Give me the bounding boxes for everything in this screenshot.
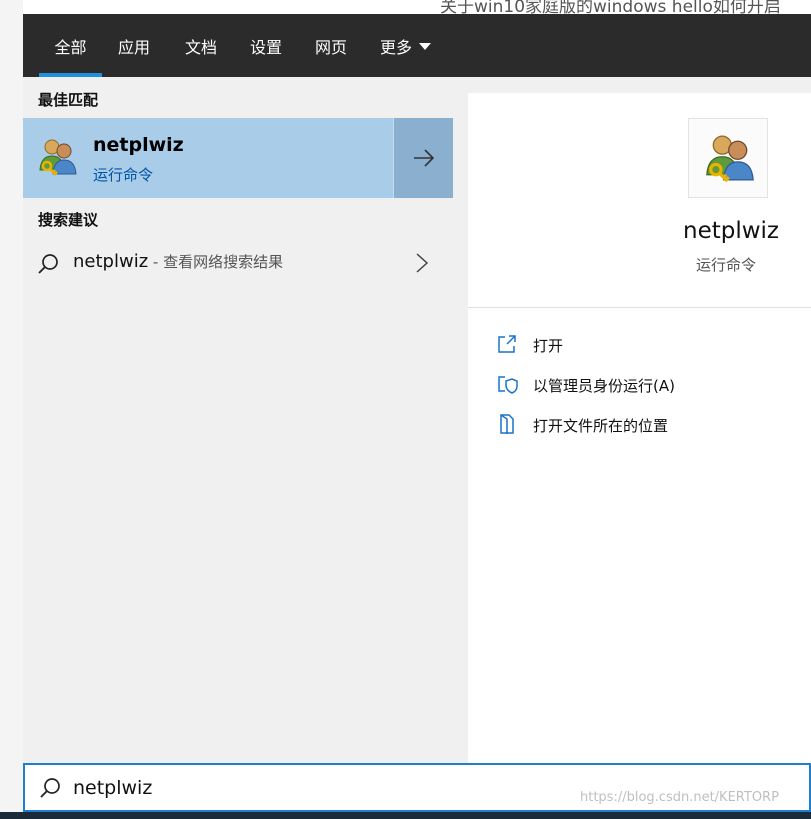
tab-web[interactable]: 网页 xyxy=(315,14,347,77)
run-as-admin-action[interactable]: 以管理员身份运行(A) xyxy=(496,370,806,400)
tab-apps[interactable]: 应用 xyxy=(118,14,150,77)
search-flyout: 全部 应用 文档 设置 网页 更多 最佳匹配 netplwiz 运行命令 搜索建… xyxy=(23,14,811,812)
tab-all[interactable]: 全部 xyxy=(39,14,102,77)
open-icon xyxy=(498,335,516,353)
background-article-title: 关于win10家庭版的windows hello如何开启 xyxy=(440,0,781,14)
best-match-header: 最佳匹配 xyxy=(38,91,99,109)
search-box[interactable]: https://blog.csdn.net/KERTORP xyxy=(23,763,811,812)
suggestion-description: 查看网络搜索结果 xyxy=(163,253,284,271)
tab-more-label: 更多 xyxy=(380,38,413,57)
open-file-location-label: 打开文件所在的位置 xyxy=(533,417,669,435)
results-column: 最佳匹配 netplwiz 运行命令 搜索建议 netplwiz - 查看网络搜… xyxy=(23,77,453,763)
web-suggestion-item[interactable]: netplwiz - 查看网络搜索结果 xyxy=(23,244,453,282)
background-left-strip xyxy=(0,0,23,819)
suggestions-header: 搜索建议 xyxy=(38,211,99,229)
detail-app-type: 运行命令 xyxy=(696,256,757,274)
chevron-right-icon xyxy=(416,253,429,273)
open-file-location-action[interactable]: 打开文件所在的位置 xyxy=(496,410,806,440)
search-input[interactable] xyxy=(73,771,573,805)
best-match-name: netplwiz xyxy=(93,134,184,156)
tab-documents[interactable]: 文档 xyxy=(185,14,217,77)
open-action[interactable]: 打开 xyxy=(496,330,806,360)
suggestion-query: netplwiz xyxy=(73,251,149,272)
run-as-admin-label: 以管理员身份运行(A) xyxy=(533,377,675,395)
chevron-down-icon xyxy=(419,43,432,50)
watermark: https://blog.csdn.net/KERTORP xyxy=(580,790,779,805)
tab-more[interactable]: 更多 xyxy=(380,14,432,77)
open-action-label: 打开 xyxy=(533,337,564,355)
detail-pane: netplwiz 运行命令 打开 以管理员身份运行(A) 打开文件所在的位置 xyxy=(468,93,811,763)
search-icon xyxy=(40,778,60,798)
run-as-admin-icon xyxy=(498,376,518,394)
search-icon xyxy=(38,254,58,274)
suggestion-separator: - xyxy=(148,253,164,271)
detail-divider xyxy=(468,307,811,308)
arrow-right-icon xyxy=(413,149,434,167)
tab-settings[interactable]: 设置 xyxy=(250,14,282,77)
detail-app-name: netplwiz xyxy=(683,218,780,244)
expand-details-button[interactable] xyxy=(393,118,453,198)
search-scope-tabs: 全部 应用 文档 设置 网页 更多 xyxy=(23,14,811,77)
best-match-type: 运行命令 xyxy=(93,166,154,184)
detail-app-icon-tile xyxy=(688,118,768,198)
taskbar-edge xyxy=(0,812,811,819)
user-accounts-key-icon xyxy=(706,135,754,183)
user-accounts-key-icon xyxy=(39,139,77,176)
best-match-item[interactable]: netplwiz 运行命令 xyxy=(23,118,453,198)
suggestion-text: netplwiz - 查看网络搜索结果 xyxy=(73,251,283,272)
file-location-icon xyxy=(500,414,514,434)
